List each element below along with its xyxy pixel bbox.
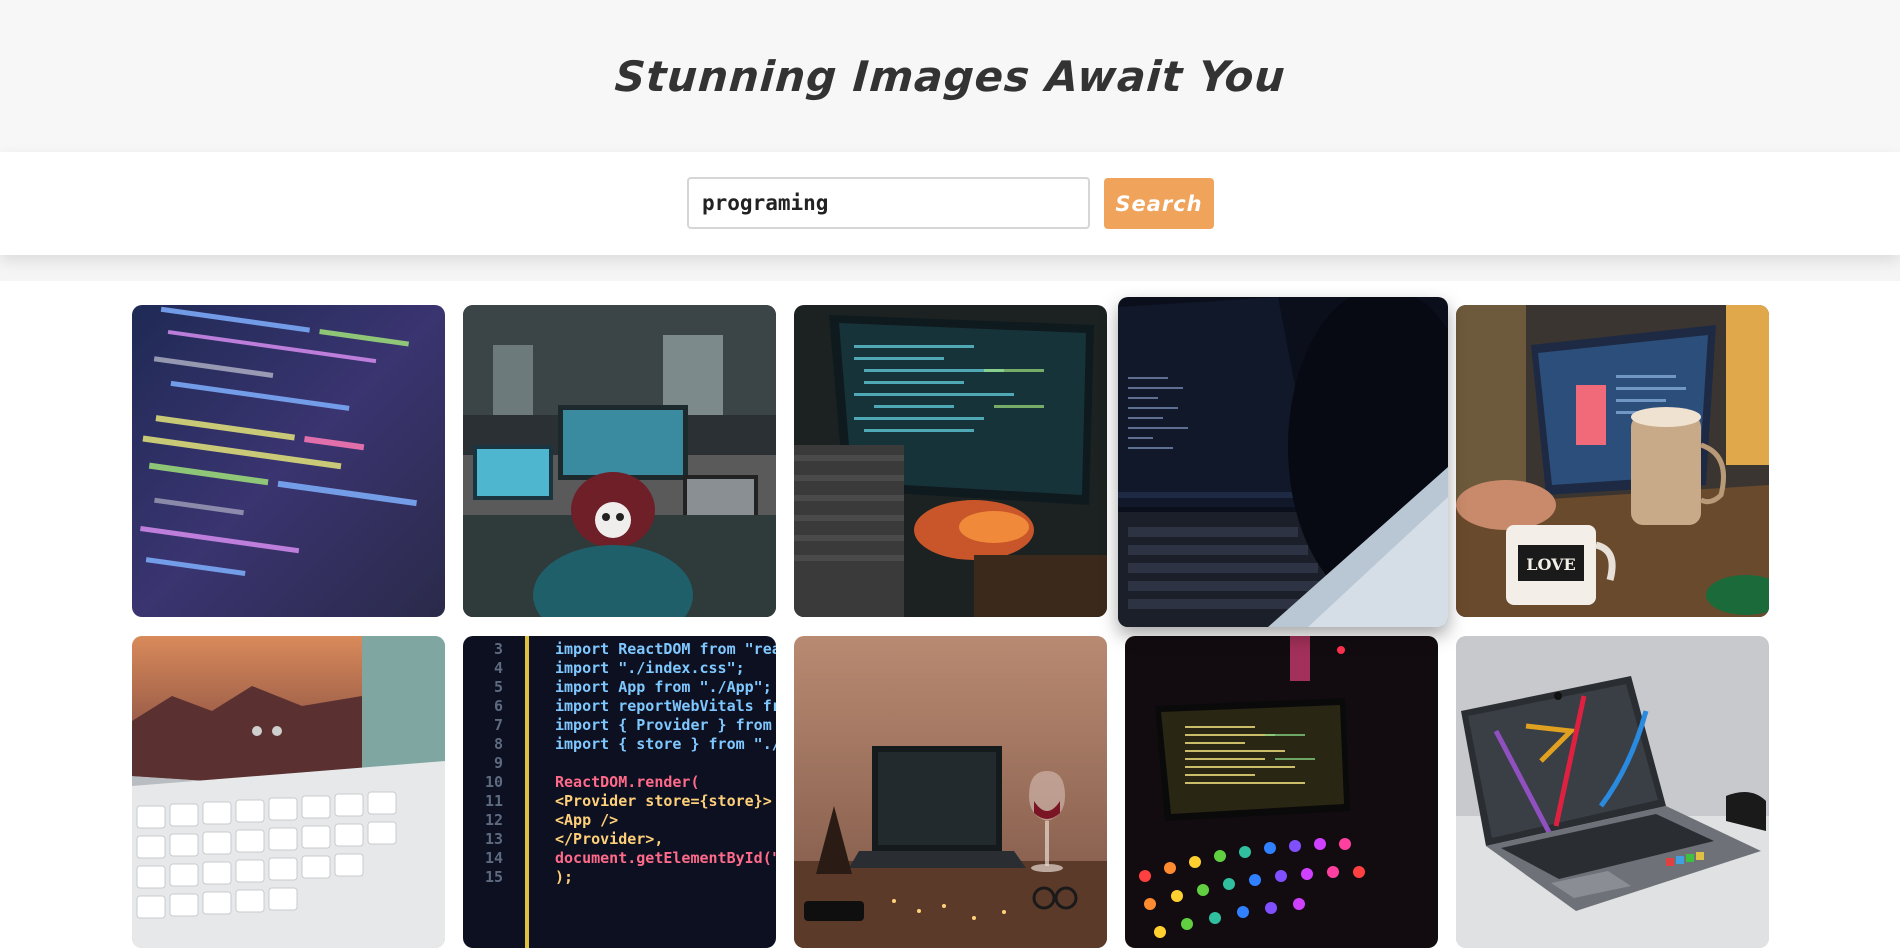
mug-text: LOVE — [1526, 555, 1576, 574]
code-line-number: 6 — [494, 697, 503, 715]
code-line: </Provider>, — [555, 830, 663, 848]
code-closeup-purple-image — [132, 305, 445, 617]
code-line-number: 10 — [485, 773, 503, 791]
code-line: import { store } from "./store"; — [555, 735, 776, 753]
search-input[interactable] — [687, 177, 1090, 229]
code-line-number: 12 — [485, 811, 503, 829]
search-bar: Search — [0, 152, 1900, 255]
code-line-number: 7 — [494, 716, 503, 734]
gallery-image[interactable]: 3 import ReactDOM from "react-dom"; 4 im… — [463, 636, 776, 948]
laptop-wine-glass-table-image — [794, 636, 1107, 948]
laptop-code-dark-over-shoulder-image — [1118, 297, 1448, 627]
code-line-number: 11 — [485, 792, 503, 810]
gallery-image[interactable] — [1456, 636, 1769, 948]
gallery-image[interactable] — [132, 305, 445, 617]
code-line: ReactDOM.render( — [555, 773, 700, 791]
laptop-coffee-mugs-image: LOVE — [1456, 305, 1769, 617]
laptop-code-dark-hands-image — [794, 305, 1107, 617]
search-button[interactable]: Search — [1104, 178, 1214, 229]
code-line: ); — [555, 868, 573, 886]
gallery-image[interactable] — [1125, 636, 1438, 948]
react-code-editor-image: 3 import ReactDOM from "react-dom"; 4 im… — [463, 636, 776, 948]
gallery-image[interactable]: LOVE — [1456, 305, 1769, 617]
gallery-image[interactable] — [794, 636, 1107, 948]
code-line: <Provider store={store}> — [555, 792, 772, 810]
gallery-image[interactable] — [132, 636, 445, 948]
code-line: document.getElementById("root" — [555, 849, 776, 867]
code-line: import { Provider } from "react-redu — [555, 716, 776, 734]
gallery-image[interactable] — [463, 305, 776, 617]
laptop-rgb-keyboard-image — [1125, 636, 1438, 948]
gallery-image[interactable] — [794, 305, 1107, 617]
image-gallery: LOVE 3 import ReactDOM from "re 4 import… — [0, 0, 1900, 948]
gallery-image[interactable] — [1118, 297, 1448, 627]
code-line: import ReactDOM from "react-dom"; — [555, 640, 776, 658]
code-line: <App /> — [555, 811, 618, 829]
code-line-number: 3 — [494, 640, 503, 658]
code-line: import "./index.css"; — [555, 659, 745, 677]
code-line-number: 14 — [485, 849, 503, 867]
code-line-number: 4 — [494, 659, 503, 677]
code-line: import App from "./App"; — [555, 678, 772, 696]
code-line-number: 5 — [494, 678, 503, 696]
laptop-gray-desk-image — [1456, 636, 1769, 948]
macbook-keyboard-image — [132, 636, 445, 948]
code-line-number: 15 — [485, 868, 503, 886]
hacker-skull-hat-office-image — [463, 305, 776, 617]
code-line-number: 8 — [494, 735, 503, 753]
code-line: import reportWebVitals from "./reportW — [555, 697, 776, 715]
code-line-number: 9 — [494, 754, 503, 772]
code-line-number: 13 — [485, 830, 503, 848]
